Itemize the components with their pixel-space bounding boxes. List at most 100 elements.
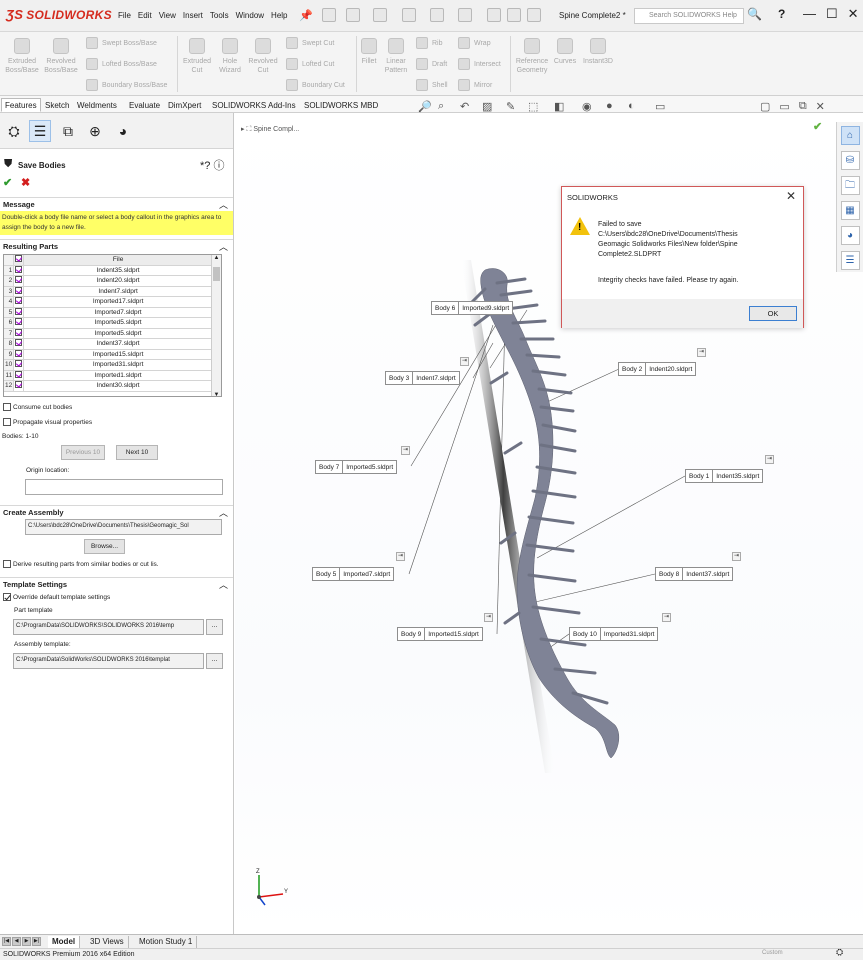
cancel-x-button[interactable]: ✖ — [21, 176, 30, 189]
file-name-cell[interactable]: Imported17.sldprt — [23, 296, 213, 308]
last-tab-icon[interactable]: ▶| — [32, 937, 41, 946]
apply-scene-icon[interactable]: ◐ — [628, 100, 635, 112]
tile-viewport-icon[interactable]: ⧉ — [799, 100, 807, 113]
ok-check-button[interactable]: ✔ — [3, 176, 12, 189]
callout-pin-icon[interactable]: ⇥ — [484, 613, 493, 622]
configuration-manager-tab[interactable]: ⧉ — [57, 120, 79, 142]
tab-features[interactable]: Features — [1, 98, 41, 112]
instant3d-button[interactable]: Instant3D — [580, 38, 616, 66]
file-name-cell[interactable]: Imported15.sldprt — [23, 349, 213, 360]
minimize-viewport-icon[interactable]: ▭ — [779, 100, 789, 113]
rebuild-status-icon[interactable]: ⛭ — [836, 947, 843, 958]
derive-parts-checkbox[interactable] — [3, 560, 11, 568]
menu-file[interactable]: File — [118, 11, 131, 20]
override-template-option[interactable]: Override default template settings — [3, 593, 110, 601]
table-row[interactable]: 3 Indent7.sldprt — [4, 286, 213, 297]
menu-help[interactable]: Help — [271, 11, 287, 20]
row-checkbox[interactable] — [15, 370, 23, 378]
callout-pin-icon[interactable]: ⇥ — [697, 348, 706, 357]
menu-window[interactable]: Window — [236, 11, 264, 20]
first-tab-icon[interactable]: |◀ — [2, 937, 11, 946]
select-icon[interactable] — [458, 8, 472, 22]
row-checkbox[interactable] — [15, 307, 23, 315]
scroll-up-icon[interactable]: ▲ — [212, 255, 221, 261]
resulting-parts-header[interactable]: Resulting Parts ︿ — [0, 239, 233, 253]
previous-10-button[interactable]: Previous 10 — [61, 445, 105, 460]
shell-button[interactable]: Shell — [416, 79, 448, 91]
zoom-to-fit-icon[interactable]: 🔎 — [418, 100, 432, 113]
tab-weldments[interactable]: Weldments — [73, 98, 121, 112]
search-help-input[interactable]: Search SOLIDWORKS Help — [634, 8, 744, 24]
body-callout[interactable]: Body 8 Indent37.sldprt — [655, 567, 734, 581]
table-row[interactable]: 10 Imported31.sldprt — [4, 359, 213, 371]
part-template-field[interactable]: C:\ProgramData\SOLIDWORKS\SOLIDWORKS 201… — [13, 619, 204, 635]
boundary-cut-button[interactable]: Boundary Cut — [286, 79, 345, 91]
menu-edit[interactable]: Edit — [138, 11, 152, 20]
chevron-up-icon[interactable]: ︿ — [219, 240, 228, 253]
menu-insert[interactable]: Insert — [183, 11, 203, 20]
maximize-icon[interactable]: ☐ — [826, 6, 838, 22]
mirror-button[interactable]: Mirror — [458, 79, 492, 91]
dialog-close-icon[interactable]: ✕ — [786, 189, 796, 203]
row-checkbox[interactable] — [15, 381, 23, 389]
tab-dimxpert[interactable]: DimXpert — [164, 98, 205, 112]
callout-pin-icon[interactable]: ⇥ — [732, 552, 741, 561]
template-settings-header[interactable]: Template Settings ︿ — [0, 577, 233, 591]
propagate-visual-option[interactable]: Propagate visual properties — [3, 418, 92, 426]
row-checkbox[interactable] — [15, 349, 23, 357]
row-checkbox[interactable] — [15, 276, 23, 284]
tab-evaluate[interactable]: Evaluate — [125, 98, 164, 112]
file-name-cell[interactable]: Indent37.sldprt — [23, 338, 213, 350]
appearances-icon[interactable]: ◕ — [840, 226, 860, 245]
file-name-cell[interactable]: Indent30.sldprt — [23, 380, 213, 392]
previous-view-icon[interactable]: ↶ — [460, 100, 469, 113]
file-name-cell[interactable]: Indent20.sldprt — [23, 275, 213, 287]
table-row[interactable]: 11 Imported1.sldprt — [4, 370, 213, 381]
file-explorer-icon[interactable]: 🗀 — [840, 176, 860, 195]
callout-pin-icon[interactable]: ⇥ — [401, 446, 410, 455]
message-section-header[interactable]: Message ︿ — [0, 197, 233, 210]
file-name-cell[interactable]: Imported31.sldprt — [23, 359, 213, 371]
undo-icon[interactable] — [430, 8, 444, 22]
close-icon[interactable]: ✕ — [848, 6, 859, 22]
row-checkbox[interactable] — [15, 297, 23, 305]
revolved-boss-button[interactable]: Revolved Boss/Base — [43, 38, 79, 75]
help-icon[interactable]: *? ⓘ — [200, 157, 224, 173]
scroll-down-icon[interactable]: ▼ — [212, 392, 221, 396]
row-checkbox[interactable] — [15, 339, 23, 347]
body-callout[interactable]: Body 5 Imported7.sldprt — [312, 567, 395, 581]
select-all-checkbox[interactable] — [15, 255, 23, 263]
close-viewport-icon[interactable]: ✕ — [816, 100, 825, 113]
boundary-boss-button[interactable]: Boundary Boss/Base — [86, 79, 167, 91]
tab-sketch[interactable]: Sketch — [41, 98, 73, 112]
menu-tools[interactable]: Tools — [210, 11, 229, 20]
hole-wizard-button[interactable]: Hole Wizard — [214, 38, 246, 75]
zoom-to-area-icon[interactable]: ⌕ — [438, 100, 444, 113]
table-row[interactable]: 7 Imported5.sldprt — [4, 328, 213, 339]
reference-geometry-button[interactable]: Reference Geometry — [512, 38, 552, 75]
body-callout[interactable]: Body 2 Indent20.sldprt — [618, 362, 697, 376]
linear-pattern-button[interactable]: Linear Pattern — [381, 38, 411, 75]
lofted-cut-button[interactable]: Lofted Cut — [286, 58, 334, 70]
tab-mbd[interactable]: SOLIDWORKS MBD — [300, 98, 382, 112]
tab-motion-study[interactable]: Motion Study 1 — [135, 936, 198, 948]
table-row[interactable]: 1 Indent35.sldprt — [4, 265, 213, 276]
file-name-cell[interactable]: Indent7.sldprt — [23, 286, 213, 297]
restore-viewport-icon[interactable]: ▢ — [760, 100, 770, 113]
assembly-template-browse-button[interactable]: ... — [206, 653, 223, 669]
view-settings-icon[interactable]: ▭ — [655, 100, 665, 113]
tab-model[interactable]: Model — [48, 936, 81, 948]
display-style-icon[interactable]: ◧ — [554, 100, 564, 113]
feature-manager-tab[interactable]: ⛭ — [3, 120, 25, 142]
swept-boss-button[interactable]: Swept Boss/Base — [86, 37, 157, 49]
table-row[interactable]: 2 Indent20.sldprt — [4, 275, 213, 287]
tab-3d-views[interactable]: 3D Views — [86, 936, 129, 948]
body-callout[interactable]: Body 3 Indent7.sldprt — [385, 371, 460, 385]
save-icon[interactable] — [373, 8, 387, 22]
table-row[interactable]: 4 Imported17.sldprt — [4, 296, 213, 308]
callout-pin-icon[interactable]: ⇥ — [765, 455, 774, 464]
origin-location-field[interactable] — [25, 479, 223, 495]
rebuild-icon[interactable] — [487, 8, 501, 22]
body-callout[interactable]: Body 10 Imported31.sldprt — [569, 627, 659, 641]
chevron-up-icon[interactable]: ︿ — [219, 578, 228, 591]
